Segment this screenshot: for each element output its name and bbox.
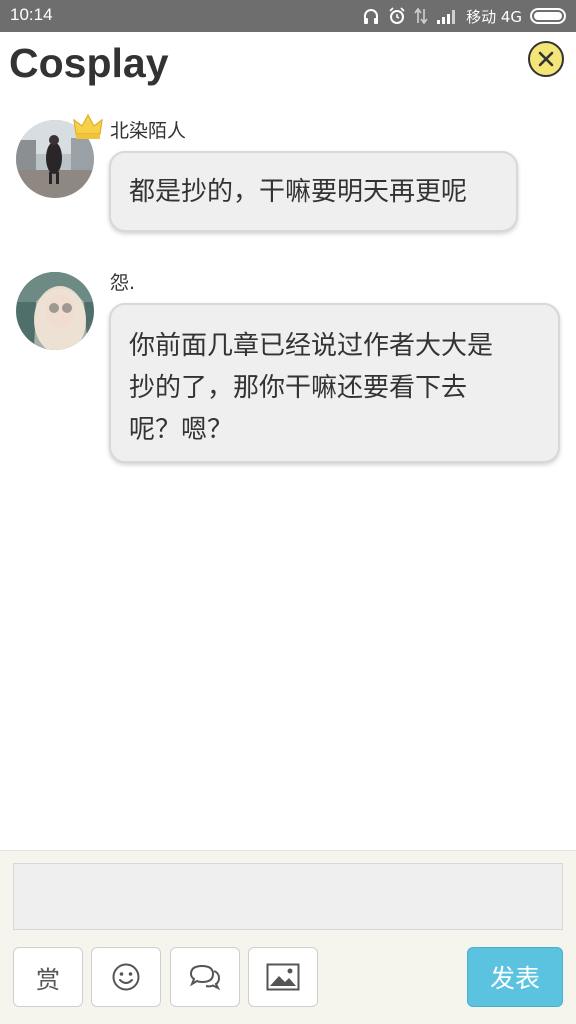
alarm-icon <box>389 7 405 24</box>
battery-icon <box>530 8 566 24</box>
close-icon <box>538 51 554 67</box>
reward-label: 赏 <box>36 965 60 994</box>
crown-icon <box>73 113 103 139</box>
emoji-button[interactable] <box>91 947 161 1007</box>
comment-bubble: 都是抄的，干嘛要明天再更呢 <box>109 151 518 232</box>
chat-button[interactable] <box>170 947 240 1007</box>
comment-text-line: 你前面几章已经说过作者大大是 <box>129 331 494 361</box>
avatar[interactable] <box>16 272 94 350</box>
data-arrows-icon <box>414 7 428 25</box>
headphones-icon <box>364 9 379 24</box>
comment-input[interactable] <box>13 863 563 930</box>
image-icon <box>266 963 300 991</box>
comment-text: 都是抄的，干嘛要明天再更呢 <box>129 177 468 207</box>
send-label: 发表 <box>489 964 540 993</box>
image-button[interactable] <box>248 947 318 1007</box>
comment-username: 北染陌人 <box>110 120 187 142</box>
status-time: 10:14 <box>10 5 53 24</box>
status-icons: 移动 4G <box>362 4 566 28</box>
header: Cosplay <box>0 32 576 96</box>
comment-text-line: 抄的了，那你干嘛还要看下去 <box>129 373 468 403</box>
carrier-label: 移动 4G <box>466 7 522 26</box>
status-bar: 10:14 移动 4G <box>0 0 576 32</box>
send-button[interactable]: 发表 <box>467 947 563 1007</box>
smiley-icon <box>112 963 140 991</box>
comment-composer: 赏 发表 <box>0 850 576 1024</box>
page-title: Cosplay <box>9 40 169 86</box>
reward-button[interactable]: 赏 <box>13 947 83 1007</box>
comment-text-line: 呢？嗯？ <box>129 415 234 445</box>
close-button[interactable] <box>528 41 564 77</box>
signal-icon <box>437 10 456 24</box>
comment-username: 怨. <box>110 272 136 294</box>
comment-bubble: 你前面几章已经说过作者大大是 抄的了，那你干嘛还要看下去 呢？嗯？ <box>109 303 560 463</box>
chat-bubbles-icon <box>189 964 221 991</box>
